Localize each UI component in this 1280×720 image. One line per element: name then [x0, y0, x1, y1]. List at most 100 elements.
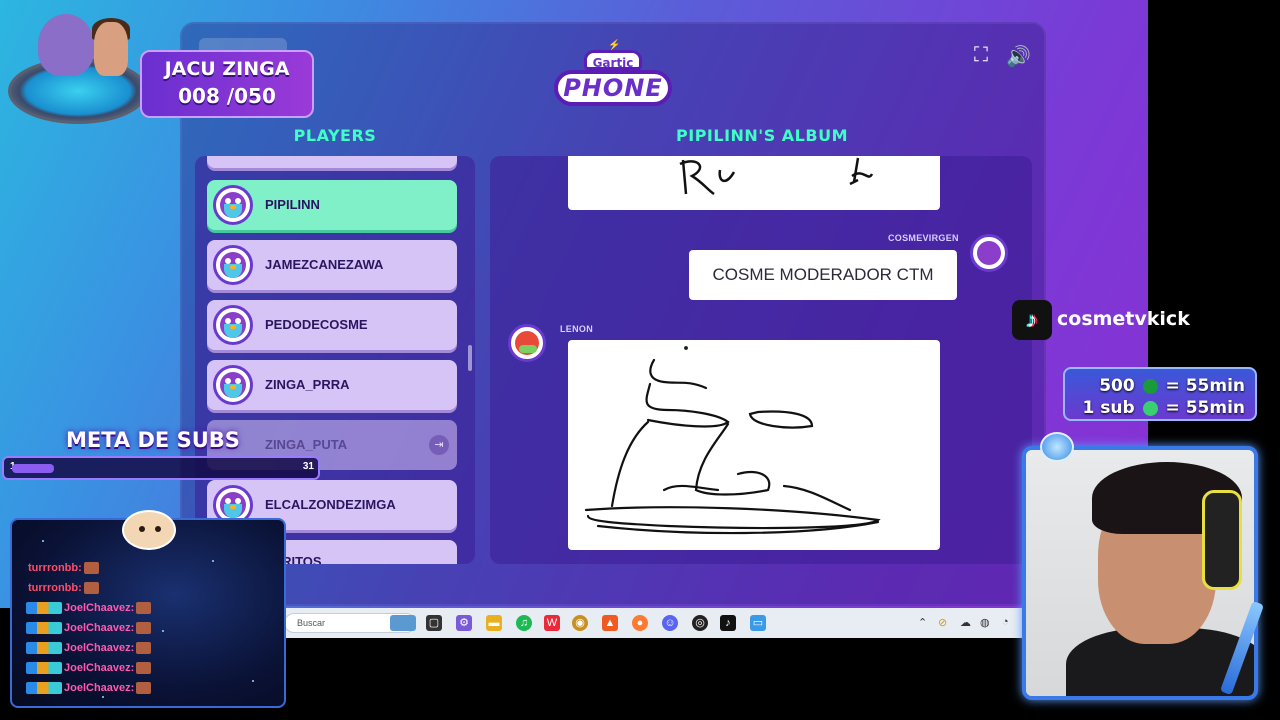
avatar — [508, 324, 546, 362]
badges-icon — [26, 682, 62, 695]
badges-icon — [26, 602, 62, 615]
chat-message: JoelChaavez: — [26, 602, 152, 615]
avatar — [213, 305, 253, 345]
avatar — [970, 234, 1008, 272]
hamster-icon — [122, 510, 176, 550]
chat-message: JoelChaavez: — [26, 662, 152, 675]
avatar — [213, 245, 253, 285]
taskbar: Buscar ▢ ⚙ ▬ ♫ W ◉ ▲ ● ☺ ◎ ♪ ▭ ⌃ ⊘ ☁ ◍ ◔… — [180, 608, 1148, 638]
tiktok-handle: cosmetvkick — [1057, 308, 1190, 330]
chat-username: JoelChaavez: — [64, 602, 135, 614]
text-author: COSMEVIRGEN — [888, 233, 959, 243]
chat-message: turrronbb: — [28, 582, 99, 595]
emote-icon — [136, 622, 152, 635]
player-card[interactable] — [207, 156, 457, 168]
emote-icon — [83, 582, 99, 595]
emote-icon — [136, 642, 152, 655]
emote-icon — [136, 682, 152, 695]
logo-main-text: PHONE — [554, 70, 672, 106]
folder-icon[interactable]: ▬ — [486, 615, 502, 631]
discord-icon[interactable]: ☺ — [662, 615, 678, 631]
search-placeholder: Buscar — [297, 618, 326, 628]
reward-1-amount: 500 — [1099, 376, 1135, 396]
drawing-author: LENON — [560, 324, 593, 334]
album-panel: COSMEVIRGEN COSME MODERADOR CTM LENON — [490, 156, 1032, 564]
chat-message: JoelChaavez: — [26, 682, 152, 695]
screen-icon[interactable]: ▭ — [750, 615, 766, 631]
player-card[interactable]: JAMEZCANEZAWA — [207, 240, 457, 290]
sub-goal-box: JACU ZINGA 008 /050 — [140, 50, 314, 118]
fullscreen-icon[interactable]: ⛶ — [974, 44, 988, 67]
meta-progress-bar: 1 31 — [2, 456, 320, 480]
tiktok-icon: ♪ — [1012, 300, 1052, 340]
badges-icon — [26, 642, 62, 655]
app-w-icon[interactable]: W — [544, 615, 560, 631]
player-name: ZINGA_PRRA — [265, 377, 350, 392]
reward-line-1: 500 = 55min — [1099, 376, 1245, 396]
badges-icon — [26, 622, 62, 635]
spotify-icon[interactable]: ♫ — [516, 615, 532, 631]
player-name: PEDODECOSME — [265, 317, 368, 332]
obs-icon[interactable]: ◎ — [692, 615, 708, 631]
chat-username: JoelChaavez: — [64, 682, 135, 694]
meta-max: 31 — [302, 461, 314, 472]
avatar — [213, 365, 253, 405]
tiktok-badge: ♪ cosmetvkick — [1012, 300, 1204, 340]
exit-icon: ⇥ — [429, 435, 449, 455]
avatar — [213, 185, 253, 225]
reward-2-amount: 1 sub — [1082, 398, 1135, 418]
chat-username: JoelChaavez: — [64, 622, 135, 634]
tray-app2-icon[interactable]: ◍ — [980, 616, 990, 629]
rewards-box: 500 = 55min 1 sub = 55min — [1063, 367, 1257, 421]
logo-top-text: Gartic — [584, 50, 642, 70]
reward-line-2: 1 sub = 55min — [1083, 398, 1245, 418]
gartic-phone-logo: ⚡ Gartic PHONE — [554, 40, 672, 110]
chat-username: JoelChaavez: — [64, 642, 135, 654]
wifi-icon[interactable]: ◔ — [1002, 616, 1009, 628]
settings-icon[interactable]: ⚙ — [456, 615, 472, 631]
brave-icon[interactable]: ▲ — [602, 615, 618, 631]
window-controls: ⛶ 🔊 — [972, 44, 1036, 70]
player-card[interactable]: ZINGA_PRRA — [207, 360, 457, 410]
chat-username: JoelChaavez: — [64, 662, 135, 674]
cloud-icon[interactable]: ☁ — [960, 616, 971, 629]
xbox-icon — [1142, 378, 1158, 394]
webcam — [1022, 446, 1258, 700]
player-card[interactable]: PEDODECOSME — [207, 300, 457, 350]
chat-message: turrronbb: — [28, 562, 99, 575]
tray-app-icon[interactable]: ⊘ — [938, 616, 947, 629]
chat-username: turrronbb: — [28, 562, 82, 574]
tiktok-app-icon[interactable]: ♪ — [720, 615, 736, 631]
goal-count: 008 /050 — [178, 84, 276, 108]
reward-1-suffix: = 55min — [1165, 376, 1245, 396]
emote-icon — [136, 602, 152, 615]
album-title: PIPILINN'S ALBUM — [676, 126, 848, 145]
chevron-up-icon[interactable]: ⌃ — [918, 616, 927, 629]
gem-icon — [1040, 432, 1074, 462]
volume-icon[interactable]: 🔊 — [1006, 44, 1031, 69]
firefox-icon[interactable]: ● — [632, 615, 648, 631]
bolt-icon: ⚡ — [608, 40, 621, 51]
text-entry: COSME MODERADOR CTM — [689, 250, 957, 300]
chat-message: JoelChaavez: — [26, 622, 152, 635]
meta-label: META DE SUBS — [66, 428, 240, 452]
weather-icon[interactable] — [390, 615, 416, 631]
drawing-card — [568, 340, 940, 550]
player-name: JAMEZCANEZAWA — [265, 257, 384, 272]
player-card-active[interactable]: PIPILINN — [207, 180, 457, 230]
chat-message: JoelChaavez: — [26, 642, 152, 655]
sub-icon — [1142, 400, 1158, 416]
reward-2-suffix: = 55min — [1165, 398, 1245, 418]
active-app-icon[interactable]: ◉ — [572, 615, 588, 631]
drawing — [584, 346, 881, 535]
headset-icon — [1202, 490, 1242, 590]
task-view-icon[interactable]: ▢ — [426, 615, 442, 631]
emote-icon — [83, 562, 99, 575]
players-scrollbar[interactable] — [468, 345, 472, 371]
goal-title: JACU ZINGA — [164, 58, 290, 80]
previous-drawing — [679, 157, 874, 196]
emote-icon — [136, 662, 152, 675]
player-name: PIPILINN — [265, 197, 320, 212]
meta-progress-fill — [12, 464, 54, 473]
hippo-hot-tub-logo — [6, 6, 150, 128]
